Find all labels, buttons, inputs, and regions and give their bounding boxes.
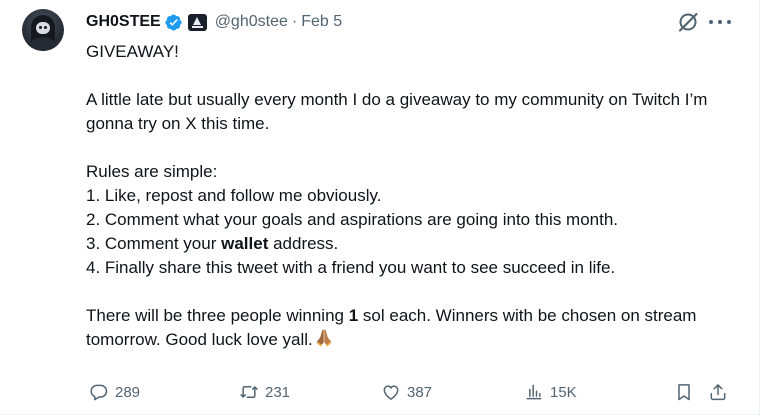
share-button[interactable] — [708, 378, 728, 406]
more-dot — [718, 20, 722, 24]
display-name[interactable]: GH0STEE — [86, 13, 161, 31]
verified-badge-icon[interactable] — [164, 13, 183, 32]
separator-dot: · — [291, 13, 298, 30]
views-button[interactable]: 15K — [524, 378, 577, 406]
rule-item-1: 1. Like, repost and follow me obviously. — [86, 186, 382, 205]
repost-icon — [240, 386, 258, 398]
tweet-header: GH0STEE @gh0stee · Feb 5 — [86, 10, 342, 34]
share-icon — [710, 384, 726, 401]
avatar[interactable] — [22, 9, 64, 51]
like-icon — [383, 385, 399, 400]
affiliate-badge-icon[interactable] — [187, 13, 207, 31]
rule3-bold: wallet — [221, 234, 269, 253]
tweet-title: GIVEAWAY! — [86, 42, 179, 61]
tweet-intro: A little late but usually every month I … — [86, 90, 708, 133]
more-dot — [709, 20, 713, 24]
rule-item-4: 4. Finally share this tweet with a frien… — [86, 258, 616, 277]
tweet-card[interactable]: GH0STEE @gh0stee · Feb 5 GIVEAWAY! A lit… — [0, 0, 776, 416]
views-count: 15K — [550, 383, 577, 401]
closing-prefix: There will be three people winning — [86, 306, 349, 325]
rule-item-3: 3. Comment your wallet address. — [86, 232, 751, 256]
rule-item-2: 2. Comment what your goals and aspiratio… — [86, 210, 619, 229]
repost-count: 231 — [265, 383, 291, 401]
reply-button[interactable]: 289 — [89, 378, 140, 406]
reply-count: 289 — [115, 383, 141, 401]
action-bar: 289 231 387 15K — [0, 378, 760, 406]
bookmark-button[interactable] — [674, 378, 694, 406]
like-count: 387 — [407, 383, 433, 401]
column-divider — [759, 0, 760, 416]
repost-button[interactable]: 231 — [239, 378, 290, 406]
reply-icon — [90, 384, 108, 401]
more-icon[interactable] — [709, 12, 731, 32]
views-icon — [526, 384, 542, 400]
tweet-date[interactable]: Feb 5 — [301, 13, 342, 31]
avatar-eye-right — [44, 26, 47, 29]
rule3-prefix: 3. Comment your — [86, 234, 222, 253]
more-dot — [727, 20, 731, 24]
folded-hands-emoji-icon — [316, 329, 331, 347]
rule3-suffix: address. — [268, 234, 339, 253]
bookmark-icon — [678, 384, 690, 401]
tweet-divider — [0, 414, 760, 415]
rules-heading: Rules are simple: — [86, 162, 218, 181]
closing-bold: 1 — [348, 306, 359, 325]
grok-icon[interactable] — [676, 10, 700, 34]
avatar-eye-left — [39, 26, 42, 29]
tweet-text: GIVEAWAY! A little late but usually ever… — [86, 40, 751, 352]
handle[interactable]: @gh0stee — [215, 13, 288, 31]
like-button[interactable]: 387 — [381, 378, 432, 406]
tweet-closing: There will be three people winning 1 sol… — [86, 304, 751, 352]
